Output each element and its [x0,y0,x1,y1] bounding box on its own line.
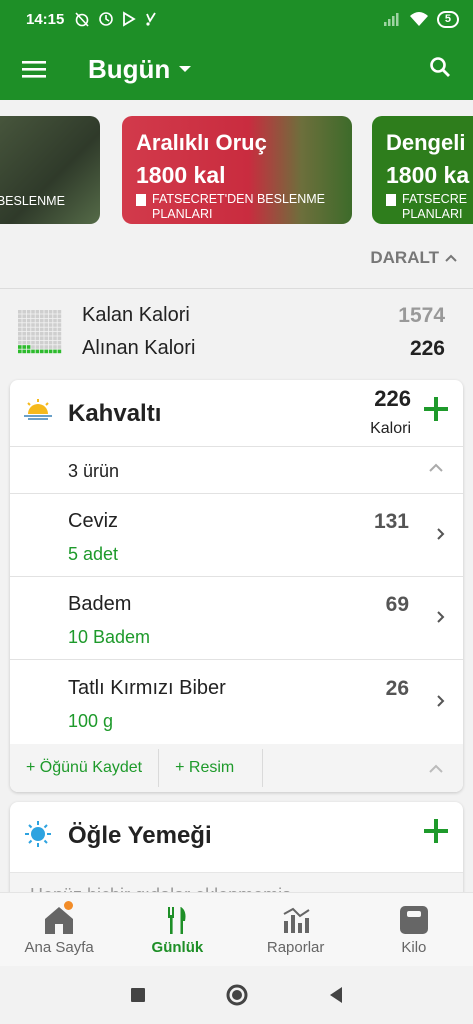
consumed-calories-label: Alınan Kalori [82,337,196,359]
status-bar: 14:15 5 [0,0,473,38]
fork-knife-icon [168,907,186,934]
status-time: 14:15 [26,10,65,28]
remaining-calories-label: Kalan Kalori [82,304,190,326]
food-calories: 69 [385,593,409,616]
plan-source: FATSECRET'DEN BESLENME [152,192,326,206]
app-bar: Bugün [0,38,473,100]
plan-name: Dengeli [386,130,466,155]
search-icon [430,56,450,77]
hamburger-menu-icon [22,61,46,78]
back-icon[interactable] [328,986,344,1004]
page-title: Bugün [88,53,171,84]
plan-source-line2: PLANLARI [402,207,463,221]
flag-icon [386,194,396,206]
nav-diary[interactable]: Günlük [118,893,236,966]
chevron-up-icon [429,463,443,472]
plan-source-line2: PLANLARI [152,207,213,221]
meal-title: Öğle Yemeği [68,822,212,849]
food-item-tatli-kirmizi-biber[interactable]: Tatlı Kırmızı Biber 100 g 26 [10,661,463,744]
collapse-label: DARALT [370,248,439,267]
meal-actions: + Öğünü Kaydet + Resim [10,744,463,792]
diet-plan-carousel[interactable]: EN BESLENME Aralıklı Oruç 1800 kal FATSE… [0,116,473,226]
consumed-calories-value: 226 [409,337,445,360]
add-food-button[interactable] [423,396,449,422]
notification-icon [146,12,157,26]
add-food-button[interactable] [423,818,449,844]
menu-button[interactable] [0,60,68,78]
item-count-row[interactable]: 3 ürün [10,446,463,494]
diet-plan-card[interactable]: Aralıklı Oruç 1800 kal FATSECRET'DEN BES… [122,116,352,224]
chevron-right-icon [437,528,445,540]
nav-weight[interactable]: Kilo [355,893,473,966]
food-calories: 131 [373,510,409,533]
food-item-badem[interactable]: Badem 10 Badem 69 [10,577,463,660]
meal-calories-unit: Kalori [370,420,411,437]
breakfast-card: Kahvaltı 226 Kalori 3 ürün Ceviz 5 adet … [10,380,463,792]
signal-icon [383,13,399,26]
calorie-grid-icon [18,310,62,354]
plan-name: Aralıklı Oruç [136,130,267,155]
plan-calories: 1800 kal [136,162,226,188]
chart-icon [283,907,310,933]
nav-label: Kilo [401,939,427,956]
food-amount: 100 g [68,711,114,731]
nav-label: Ana Sayfa [24,939,94,956]
play-icon [123,11,137,27]
meal-calories: 226 [374,386,411,411]
plan-source: FATSECRE [402,192,468,206]
calorie-summary[interactable]: Kalan Kalori 1574 Alınan Kalori 226 [0,296,473,370]
flag-icon [136,194,146,206]
remaining-calories-value: 1574 [398,304,445,327]
divider [0,288,473,289]
chevron-up-icon[interactable] [429,764,443,773]
meal-header: Öğle Yemeği [10,802,463,868]
chevron-up-icon [445,254,457,262]
add-photo-button[interactable]: + Resim [159,749,264,787]
food-name: Tatlı Kırmızı Biber [68,677,226,699]
meal-header: Kahvaltı 226 Kalori [10,380,463,446]
system-navigation-bar [0,966,473,1024]
plan-source: EN BESLENME [0,194,65,208]
collapse-button[interactable]: DARALT [370,248,457,268]
plan-calories: 1800 ka [386,162,470,188]
sunrise-icon [24,399,52,420]
battery-indicator: 5 [436,10,459,28]
bottom-navigation: Ana Sayfa Günlük Raporlar Kilo [0,892,473,966]
home-button-icon[interactable] [226,984,248,1006]
lunch-card: Öğle Yemeği Henüz hiçbir gıdalar eklenme… [10,802,463,902]
meal-title: Kahvaltı [68,400,162,427]
nav-label: Raporlar [266,939,325,956]
diet-plan-card[interactable]: EN BESLENME [0,116,100,224]
chevron-right-icon [437,695,445,707]
food-calories: 26 [385,677,409,700]
food-amount: 10 Badem [68,627,151,647]
save-meal-button[interactable]: + Öğünü Kaydet [10,749,160,787]
nav-label: Günlük [151,939,204,956]
food-name: Badem [68,593,132,615]
notification-dot [64,901,73,910]
nav-home[interactable]: Ana Sayfa [0,893,118,966]
sun-icon [25,821,51,847]
wifi-icon [409,12,428,26]
diet-plan-card[interactable]: Dengeli 1800 ka FATSECRE PLANLARI [372,116,473,224]
chevron-right-icon [437,611,445,623]
caret-down-icon [179,66,192,72]
date-selector[interactable]: Bugün [88,54,192,85]
alarm-off-icon [75,12,89,27]
scale-icon [399,906,428,934]
recents-icon[interactable] [130,987,146,1003]
nav-reports[interactable]: Raporlar [237,893,355,966]
food-name: Ceviz [68,510,119,532]
search-button[interactable] [429,56,451,83]
item-count: 3 ürün [68,461,120,481]
clock-icon [99,12,114,26]
food-amount: 5 adet [68,544,119,564]
food-item-ceviz[interactable]: Ceviz 5 adet 131 [10,494,463,577]
